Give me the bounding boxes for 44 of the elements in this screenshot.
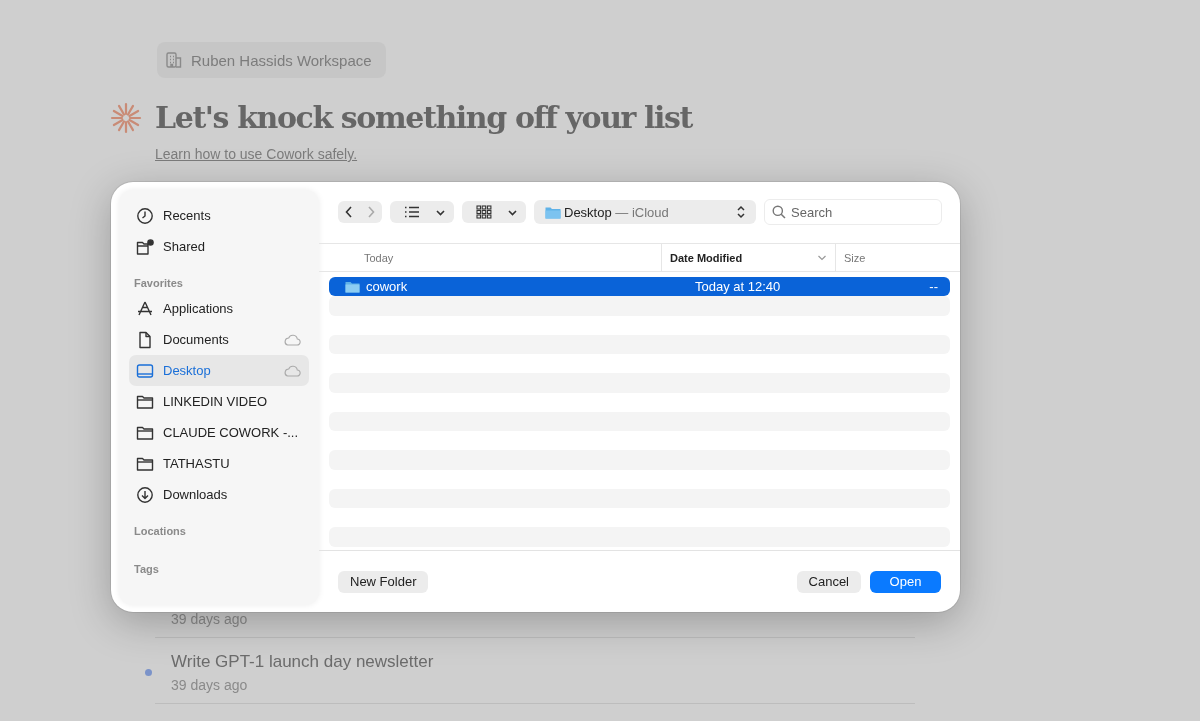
clock-icon — [136, 206, 154, 225]
open-button[interactable]: Open — [870, 570, 941, 593]
page-heading: Let's knock something off your list — [155, 100, 692, 135]
applications-icon — [136, 299, 154, 318]
sidebar-item[interactable]: Applications — [129, 293, 309, 324]
task-time: 39 days ago — [171, 677, 249, 693]
section-label: Locations — [133, 524, 187, 539]
search-field[interactable]: Search — [764, 199, 942, 225]
sidebar-item[interactable]: Shared — [129, 231, 309, 262]
dialog-button[interactable]: New Folder — [338, 570, 429, 593]
sidebar-item[interactable]: Downloads — [129, 479, 309, 510]
building-icon — [165, 51, 183, 69]
sidebar-item[interactable]: Recents — [129, 200, 309, 231]
up-down-chevron-icon — [736, 205, 746, 219]
sidebar-item[interactable]: LINKEDIN VIDEO — [129, 386, 309, 417]
shared-folder-icon — [136, 237, 154, 256]
asterisk-logo-icon — [110, 101, 142, 134]
chevron-left-icon — [344, 205, 354, 219]
folder-icon — [345, 280, 360, 293]
dialog-button[interactable]: Cancel — [796, 570, 861, 593]
chevron-down-icon — [507, 207, 518, 217]
desktop-icon — [136, 361, 154, 380]
sidebar-item[interactable]: Desktop — [129, 355, 309, 386]
download-icon — [136, 485, 154, 504]
document-icon — [136, 330, 154, 349]
sort-chevron-icon — [817, 253, 827, 262]
section-label: Favorites — [133, 276, 184, 291]
list-view-button[interactable] — [390, 201, 454, 223]
grid-view-button[interactable] — [462, 201, 526, 223]
sidebar-item[interactable]: Documents — [129, 324, 309, 355]
location-dropdown[interactable]: Desktop — iCloud — [534, 200, 756, 224]
section-label: Tags — [133, 562, 160, 577]
chevron-down-icon — [435, 207, 446, 217]
column-header[interactable]: Today — [319, 244, 661, 271]
chevron-right-icon — [366, 205, 376, 219]
folder-icon — [545, 205, 561, 219]
sidebar-item[interactable]: CLAUDE COWORK -... — [129, 417, 309, 448]
sidebar-item[interactable]: TATHASTU — [129, 448, 309, 479]
grid-icon — [476, 205, 492, 219]
file-row[interactable]: cowork Today at 12:40 -- — [329, 277, 950, 297]
list-icon — [404, 206, 420, 218]
column-header[interactable]: Size — [835, 244, 960, 271]
column-header[interactable]: Date Modified — [661, 244, 835, 271]
task-time: 39 days ago — [171, 611, 248, 627]
